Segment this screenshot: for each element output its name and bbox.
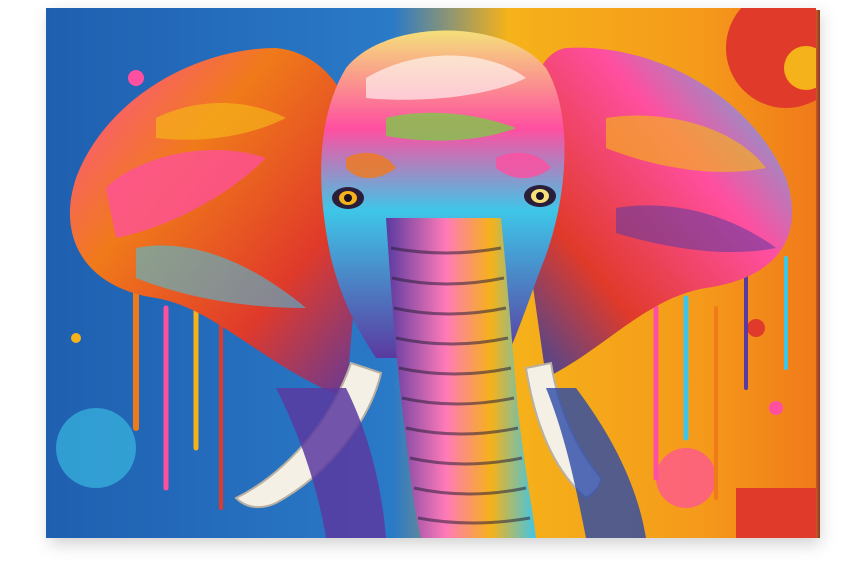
right-eye	[524, 185, 556, 207]
canvas-side-edge	[816, 10, 820, 538]
elephant-artwork	[46, 8, 816, 538]
left-eye	[332, 187, 364, 209]
product-image	[0, 0, 861, 585]
canvas-print	[46, 8, 816, 538]
